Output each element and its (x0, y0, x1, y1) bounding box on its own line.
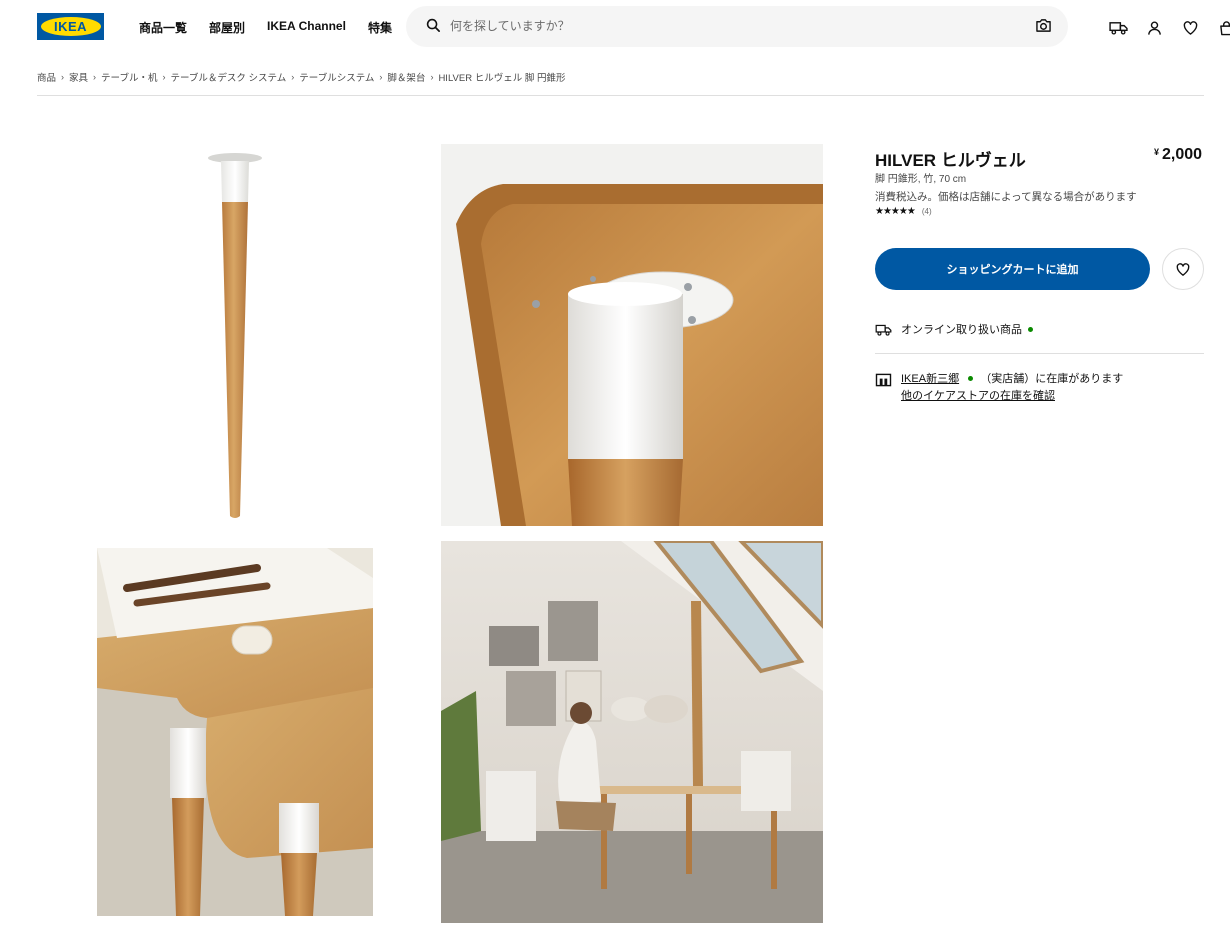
main-nav: 商品一覧 部屋別 IKEA Channel 特集 (139, 19, 392, 36)
tax-note: 消費税込み。価格は店舗によって異なる場合があります (875, 191, 1137, 203)
store-availability: IKEA新三郷 （実店舗）に在庫があります 他のイケアストアの在庫を確認 (875, 371, 1123, 405)
online-availability: オンライン取り扱い商品 (875, 321, 1033, 337)
currency-symbol: ¥ (1154, 147, 1160, 157)
product-description: 脚 円錐形, 竹, 70 cm (875, 174, 967, 185)
breadcrumb-item[interactable]: テーブルシステム (299, 70, 374, 84)
ikea-logo[interactable]: IKEA (37, 13, 104, 40)
nav-item-features[interactable]: 特集 (368, 19, 392, 36)
truck-icon[interactable] (1109, 18, 1128, 37)
store-name-link[interactable]: IKEA新三郷 (901, 373, 959, 385)
breadcrumb-item[interactable]: 家具 (69, 70, 88, 84)
favorite-button[interactable] (1162, 248, 1204, 290)
product-image-tables[interactable] (97, 548, 373, 916)
search-input[interactable] (450, 15, 1010, 37)
product-image-closeup[interactable] (441, 144, 823, 526)
breadcrumb-item[interactable]: 商品 (37, 70, 56, 84)
store-status-text: （実店舗）に在庫があります (980, 373, 1124, 385)
nav-item-rooms[interactable]: 部屋別 (209, 19, 245, 36)
nav-item-products[interactable]: 商品一覧 (139, 19, 187, 36)
breadcrumb-current: HILVER ヒルヴェル 脚 円錐形 (438, 73, 566, 84)
search-icon[interactable] (426, 18, 441, 38)
chevron-right-icon: › (379, 72, 383, 82)
camera-icon[interactable] (1035, 18, 1052, 38)
search-bar[interactable] (406, 6, 1068, 47)
divider (37, 95, 1204, 96)
logo-oval: IKEA (40, 17, 101, 36)
chevron-right-icon: › (162, 72, 166, 82)
rating-count: (4) (921, 207, 932, 216)
site-header: IKEA 商品一覧 部屋別 IKEA Channel 特集 (0, 0, 1230, 56)
header-icons (1109, 18, 1230, 37)
product-title: HILVER ヒルヴェル (875, 151, 1026, 170)
divider (875, 353, 1204, 354)
product-price: ¥ 2,000 (1154, 146, 1202, 164)
chevron-right-icon: › (430, 72, 434, 82)
breadcrumb: 商品 › 家具 › テーブル・机 › テーブル＆デスク システム › テーブルシステム ›… (37, 70, 565, 84)
breadcrumb-item[interactable]: 脚＆架台 (387, 70, 425, 84)
nav-item-channel[interactable]: IKEA Channel (267, 19, 346, 36)
online-status-text: オンライン取り扱い商品 (901, 324, 1022, 336)
breadcrumb-item[interactable]: テーブル・机 (101, 70, 157, 84)
heart-icon[interactable] (1181, 18, 1200, 37)
product-rating[interactable]: ★★★★★ (4) (875, 206, 932, 217)
logo-text: IKEA (53, 19, 88, 34)
price-value: 2,000 (1162, 146, 1203, 163)
chevron-right-icon: › (291, 72, 295, 82)
cart-icon[interactable] (1217, 18, 1230, 37)
check-other-stores-link[interactable]: 他のイケアストアの在庫を確認 (901, 388, 1123, 405)
chevron-right-icon: › (61, 72, 65, 82)
account-icon[interactable] (1145, 18, 1164, 37)
star-rating-icon: ★★★★★ (875, 206, 916, 217)
heart-icon (1176, 262, 1190, 276)
store-icon (875, 373, 892, 387)
in-stock-dot (968, 376, 974, 381)
product-image-leg[interactable] (97, 144, 373, 526)
delivery-truck-icon (875, 324, 892, 336)
in-stock-dot (1028, 326, 1033, 332)
breadcrumb-item[interactable]: テーブル＆デスク システム (170, 70, 286, 84)
product-image-room[interactable] (441, 541, 823, 923)
chevron-right-icon: › (93, 72, 97, 82)
add-to-cart-button[interactable]: ショッピングカートに追加 (875, 248, 1150, 290)
